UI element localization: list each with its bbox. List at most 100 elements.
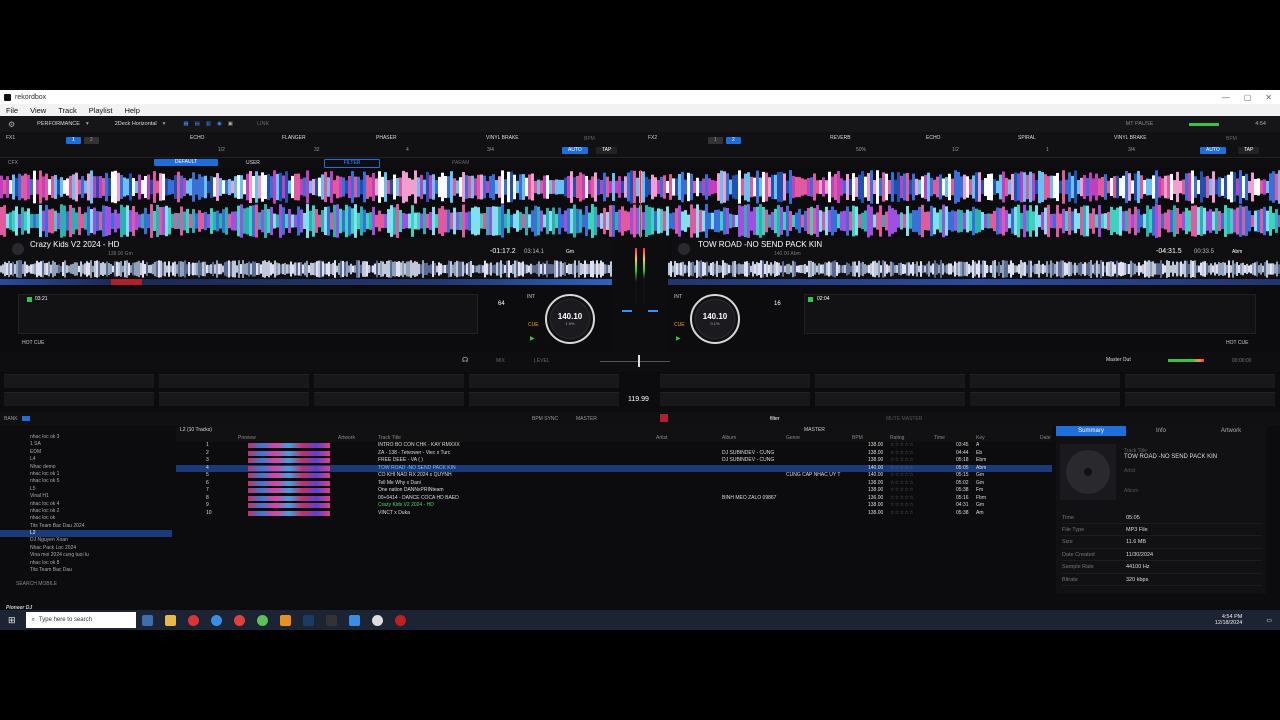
- fx2-deck1-button[interactable]: 1: [708, 137, 723, 144]
- rekordbox-taskbar-icon[interactable]: [371, 614, 383, 626]
- table-row[interactable]: 5 CO KHI NAO RX 2024 x QUYNH CUNG CAP NHAC…: [176, 472, 1052, 480]
- cfx-user-button[interactable]: USER: [246, 160, 260, 166]
- fx2-effect-3[interactable]: SPIRAL: [1018, 135, 1036, 141]
- sampler-slot[interactable]: [314, 392, 464, 406]
- app-icon[interactable]: [233, 614, 245, 626]
- fx1-deck1-button[interactable]: 1: [66, 137, 81, 144]
- deck2-hot-cue-tab[interactable]: HOT CUE: [1226, 340, 1248, 346]
- crossfader-knob[interactable]: [638, 355, 640, 367]
- track-preview-waveform[interactable]: [248, 480, 330, 486]
- deck1-play-icon[interactable]: ▶: [530, 335, 535, 342]
- fx1-deck2-button[interactable]: 2: [84, 137, 99, 144]
- tree-item[interactable]: Vinal H1: [0, 493, 172, 500]
- fx1-tap-button[interactable]: TAP: [596, 147, 618, 154]
- rating-stars[interactable]: ☆☆☆☆☆: [890, 465, 914, 473]
- notification-icon[interactable]: ▭: [1266, 617, 1272, 624]
- minimize-icon[interactable]: —: [1222, 93, 1230, 102]
- tree-item[interactable]: nhac loc ok: [0, 515, 172, 522]
- tree-item[interactable]: nhac loc ok 4: [0, 501, 172, 508]
- bpm-sync-button[interactable]: BPM SYNC: [532, 416, 558, 422]
- table-row[interactable]: 4 TOW ROAD -NO SEND PACK KIN 140.00 05:05 Ab…: [176, 464, 1052, 473]
- sampler-slot[interactable]: [469, 374, 619, 388]
- sampler-record-icon[interactable]: [660, 414, 668, 422]
- track-preview-waveform[interactable]: [248, 488, 330, 493]
- deck1-hot-cue-tab[interactable]: HOT CUE: [22, 340, 44, 346]
- rating-stars[interactable]: ☆☆☆☆☆: [890, 487, 914, 495]
- tree-item[interactable]: Nhac demo: [0, 464, 172, 471]
- track-preview-waveform[interactable]: [248, 458, 330, 463]
- sampler-slot[interactable]: [970, 392, 1120, 406]
- tree-item[interactable]: L4: [0, 456, 172, 463]
- deck1-overview-waveform[interactable]: [0, 260, 618, 278]
- mode-selector[interactable]: PERFORMANCE: [37, 121, 80, 127]
- tree-item[interactable]: Vina moi 2024 cung tuoi lu: [0, 552, 172, 559]
- tree-item[interactable]: DJ Nguyen Xoan: [0, 537, 172, 544]
- track-preview-waveform[interactable]: [248, 450, 330, 456]
- rating-stars[interactable]: ☆☆☆☆☆: [890, 472, 914, 480]
- tree-item[interactable]: nhac loc ok 1: [0, 471, 172, 478]
- sampler-slot[interactable]: [469, 392, 619, 406]
- track-preview-waveform[interactable]: [248, 465, 330, 471]
- fx1-effect-2[interactable]: FLANGER: [282, 135, 306, 141]
- app-icon[interactable]: [325, 614, 337, 626]
- menu-playlist[interactable]: Playlist: [89, 106, 113, 115]
- sampler-slot[interactable]: [970, 374, 1120, 388]
- tab-artwork[interactable]: Artwork: [1196, 426, 1266, 436]
- table-row[interactable]: 10 VINCT x Duka 138.00 05:38 Am ☆☆☆☆☆: [176, 510, 1052, 518]
- deck1-cue-button[interactable]: CUE: [528, 322, 539, 328]
- headphones-icon[interactable]: ☊: [462, 356, 468, 364]
- fx2-effect-2[interactable]: ECHO: [926, 135, 940, 141]
- tree-item[interactable]: Nhac Pack Loc 2024: [0, 545, 172, 552]
- mixer-view-icon[interactable]: ▤: [195, 121, 200, 127]
- track-preview-waveform[interactable]: [248, 495, 330, 501]
- sampler-slot[interactable]: [314, 374, 464, 388]
- tree-item[interactable]: EDM: [0, 449, 172, 456]
- column-header[interactable]: Date: [1040, 434, 1051, 442]
- tree-item[interactable]: 1 SA: [0, 441, 172, 448]
- windows-start-icon[interactable]: ⊞: [8, 615, 16, 626]
- tree-item[interactable]: L2: [0, 530, 172, 538]
- app-icon[interactable]: [348, 614, 360, 626]
- table-row[interactable]: 9 Crazy Kids V2 2024 - HD 138.00 04:31 Gm ☆☆☆…: [176, 502, 1052, 510]
- cfx-filter-button[interactable]: FILTER: [324, 159, 380, 168]
- app-icon[interactable]: [279, 614, 291, 626]
- fx-view-icon[interactable]: ▦: [183, 121, 188, 127]
- mt-pause-button[interactable]: MT PAUSE: [1126, 121, 1154, 127]
- deck2-play-icon[interactable]: ▶: [676, 335, 681, 342]
- rating-stars[interactable]: ☆☆☆☆☆: [890, 502, 914, 510]
- deck2-overview-waveform[interactable]: [668, 260, 1280, 278]
- sampler-slot[interactable]: [1125, 392, 1275, 406]
- table-row[interactable]: 1 INTRO BO CON CHK - KAY RMXXX 138.00 03:45…: [176, 442, 1052, 450]
- channel1-fader[interactable]: [622, 310, 632, 312]
- taskbar-search-box[interactable]: ⌕ Type here to search: [25, 612, 136, 628]
- tree-item[interactable]: L5: [0, 486, 172, 493]
- track-preview-waveform[interactable]: [248, 473, 330, 478]
- fx2-effect-1[interactable]: REVERB: [830, 135, 851, 141]
- fx1-effect-3[interactable]: PHASER: [376, 135, 397, 141]
- fx1-effect-1[interactable]: ECHO: [190, 135, 204, 141]
- app-icon[interactable]: [394, 614, 406, 626]
- column-header[interactable]: Key: [976, 434, 985, 442]
- sampler-slot[interactable]: [1125, 374, 1275, 388]
- file-explorer-icon[interactable]: [164, 614, 176, 626]
- sampler-slot[interactable]: [159, 374, 309, 388]
- close-icon[interactable]: ✕: [1265, 93, 1272, 102]
- menu-help[interactable]: Help: [124, 106, 139, 115]
- table-row[interactable]: 3 FREE DEEE - VA ( ) DJ SUBINDEV - CUNG 138…: [176, 457, 1052, 465]
- fx2-deck2-button[interactable]: 2: [726, 137, 741, 144]
- rating-stars[interactable]: ☆☆☆☆☆: [890, 495, 914, 503]
- lock-icon[interactable]: ▣: [228, 121, 233, 127]
- crossfader[interactable]: [600, 361, 670, 362]
- rating-stars[interactable]: ☆☆☆☆☆: [890, 450, 914, 458]
- tree-item[interactable]: nhac loc ok 3: [0, 434, 172, 441]
- tree-item[interactable]: Tits Team Bac Dau: [0, 567, 172, 574]
- sampler-slot[interactable]: [159, 392, 309, 406]
- column-header[interactable]: Track Title: [378, 434, 401, 442]
- table-row[interactable]: 8 00+0414 - DANCE COCA HD BAED BINH MEO ZA…: [176, 495, 1052, 503]
- column-header[interactable]: Rating: [890, 434, 904, 442]
- column-header[interactable]: Artwork: [338, 434, 355, 442]
- bank-1-button[interactable]: [22, 416, 30, 421]
- menu-track[interactable]: Track: [58, 106, 76, 115]
- table-row[interactable]: 2 ZA - 138 - Tetvower - Viec x Turc DJ SUB…: [176, 450, 1052, 458]
- sampler-view-icon[interactable]: ▥: [206, 121, 211, 127]
